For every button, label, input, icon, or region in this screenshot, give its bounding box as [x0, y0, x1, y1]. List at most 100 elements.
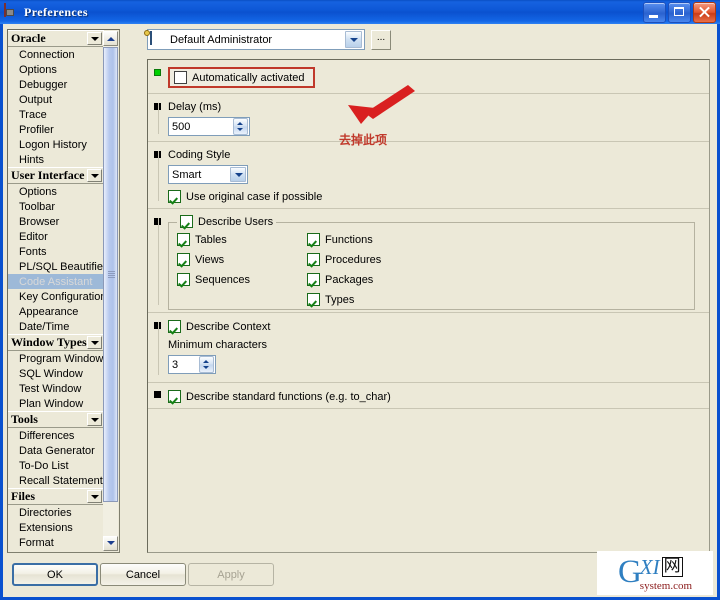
sidebar-item-connection[interactable]: Connection — [8, 47, 104, 62]
profile-browse-button[interactable]: ... — [371, 29, 391, 50]
describe-users-functions-label: Functions — [325, 233, 373, 246]
close-button[interactable] — [693, 1, 716, 23]
chevron-down-icon[interactable] — [87, 490, 102, 503]
sidebar-item-to-do-list[interactable]: To-Do List — [8, 458, 104, 473]
settings-pane: Default Administrator ... Automatically … — [147, 29, 717, 553]
sidebar-item-trace[interactable]: Trace — [8, 107, 104, 122]
sidebar-item-output[interactable]: Output — [8, 92, 104, 107]
sidebar-item-plan-window[interactable]: Plan Window — [8, 396, 104, 411]
describe-users-types-row[interactable]: Types — [307, 293, 381, 306]
apply-button: Apply — [188, 563, 274, 586]
sidebar-item-options[interactable]: Options — [8, 62, 104, 77]
chevron-down-icon[interactable] — [87, 169, 102, 182]
describe-context-checkbox[interactable] — [168, 320, 181, 333]
section-delay: Delay (ms) 500 — [148, 94, 709, 142]
sidebar-item-options[interactable]: Options — [8, 184, 104, 199]
settings-sidebar: Oracle Connection Options Debugger Output Tra… — [7, 29, 120, 553]
sidebar-group-tools[interactable]: Tools — [8, 411, 104, 428]
delay-value[interactable]: 500 — [169, 121, 233, 133]
describe-users-sequences-row[interactable]: Sequences — [177, 273, 307, 286]
delay-spin-arrows-icon[interactable] — [233, 118, 248, 135]
describe-users-tables-checkbox[interactable] — [177, 233, 190, 246]
sidebar-item-code-assistant[interactable]: Code Assistant — [8, 274, 104, 289]
sidebar-item-differences[interactable]: Differences — [8, 428, 104, 443]
describe-standard-row[interactable]: Describe standard functions (e.g. to_cha… — [168, 390, 709, 403]
profile-value: Default Administrator — [170, 33, 273, 46]
maximize-button[interactable] — [668, 1, 691, 23]
cancel-button[interactable]: Cancel — [100, 563, 186, 586]
min-chars-spin-arrows-icon[interactable] — [199, 356, 214, 373]
describe-users-tables-row[interactable]: Tables — [177, 233, 307, 246]
sidebar-item-format[interactable]: Format — [8, 535, 104, 550]
sidebar-item-date-time[interactable]: Date/Time — [8, 319, 104, 334]
sidebar-item-program-window[interactable]: Program Window — [8, 351, 104, 366]
describe-users-sequences-checkbox[interactable] — [177, 273, 190, 286]
describe-standard-checkbox[interactable] — [168, 390, 181, 403]
sidebar-item-key-configuration[interactable]: Key Configuration — [8, 289, 106, 304]
sidebar-item-toolbar[interactable]: Toolbar — [8, 199, 104, 214]
sidebar-item-browser[interactable]: Browser — [8, 214, 104, 229]
coding-style-select[interactable]: Smart — [168, 165, 248, 184]
sidebar-group-label: User Interface — [11, 168, 85, 182]
describe-users-views-checkbox[interactable] — [177, 253, 190, 266]
original-case-row[interactable]: Use original case if possible — [168, 190, 709, 203]
describe-users-types-checkbox[interactable] — [307, 293, 320, 306]
describe-users-packages-row[interactable]: Packages — [307, 273, 381, 286]
auto-activate-checkbox[interactable] — [174, 71, 187, 84]
sidebar-group-user-interface[interactable]: User Interface — [8, 167, 104, 184]
section-describe-standard: Describe standard functions (e.g. to_cha… — [148, 383, 709, 409]
chevron-down-icon[interactable] — [87, 413, 102, 426]
sidebar-group-window-types[interactable]: Window Types — [8, 334, 104, 351]
chevron-down-icon[interactable] — [230, 167, 246, 182]
auto-activate-label: Automatically activated — [192, 71, 305, 84]
describe-context-row[interactable]: Describe Context — [168, 320, 709, 333]
describe-users-sequences-label: Sequences — [195, 273, 251, 286]
sidebar-item-directories[interactable]: Directories — [8, 505, 104, 520]
describe-users-functions-row[interactable]: Functions — [307, 233, 381, 246]
sidebar-scrollbar[interactable] — [103, 31, 118, 551]
sidebar-group-oracle[interactable]: Oracle — [8, 30, 104, 47]
sidebar-item-fonts[interactable]: Fonts — [8, 244, 104, 259]
sidebar-item-test-window[interactable]: Test Window — [8, 381, 104, 396]
delay-stepper[interactable]: 500 — [168, 117, 250, 136]
min-chars-stepper[interactable]: 3 — [168, 355, 216, 374]
sidebar-item-pl-sql-beautifier[interactable]: PL/SQL Beautifier — [8, 259, 107, 274]
sidebar-item-extensions[interactable]: Extensions — [8, 520, 104, 535]
watermark-xi: XI — [639, 554, 660, 579]
original-case-checkbox[interactable] — [168, 190, 181, 203]
describe-users-functions-checkbox[interactable] — [307, 233, 320, 246]
chevron-down-icon[interactable] — [345, 31, 362, 48]
describe-users-views-row[interactable]: Views — [177, 253, 307, 266]
sidebar-item-sql-window[interactable]: SQL Window — [8, 366, 104, 381]
section-describe-context: Describe Context Minimum characters 3 — [148, 313, 709, 383]
sidebar-item-data-generator[interactable]: Data Generator — [8, 443, 104, 458]
describe-users-title[interactable]: Describe Users — [177, 215, 277, 228]
describe-users-packages-checkbox[interactable] — [307, 273, 320, 286]
describe-users-procedures-checkbox[interactable] — [307, 253, 320, 266]
describe-users-procedures-row[interactable]: Procedures — [307, 253, 381, 266]
min-chars-value[interactable]: 3 — [169, 359, 199, 371]
sidebar-item-profiler[interactable]: Profiler — [8, 122, 104, 137]
minimize-button[interactable] — [643, 1, 666, 23]
ok-button[interactable]: OK — [12, 563, 98, 586]
section-coding-style: Coding Style Smart Use original case if … — [148, 142, 709, 209]
sidebar-item-appearance[interactable]: Appearance — [8, 304, 104, 319]
profile-row: Default Administrator ... — [147, 29, 717, 50]
describe-users-column-2: Functions Procedures Packages Types — [307, 233, 381, 306]
scroll-down-arrow-icon[interactable] — [103, 536, 118, 551]
describe-users-checkbox[interactable] — [180, 215, 193, 228]
chevron-down-icon[interactable] — [87, 336, 102, 349]
profile-combo[interactable]: Default Administrator — [147, 29, 365, 50]
sidebar-item-recall-statement[interactable]: Recall Statement — [8, 473, 104, 488]
sidebar-item-logon-history[interactable]: Logon History — [8, 137, 104, 152]
sidebar-item-hints[interactable]: Hints — [8, 152, 104, 167]
scroll-up-arrow-icon[interactable] — [103, 31, 118, 46]
chevron-down-icon[interactable] — [87, 32, 102, 45]
sidebar-item-debugger[interactable]: Debugger — [8, 77, 104, 92]
describe-users-tables-label: Tables — [195, 233, 227, 246]
sidebar-item-editor[interactable]: Editor — [8, 229, 104, 244]
scrollbar-thumb[interactable] — [103, 47, 118, 502]
sidebar-group-files[interactable]: Files — [8, 488, 104, 505]
describe-context-label: Describe Context — [186, 320, 271, 333]
window-body: Oracle Connection Options Debugger Output Tra… — [0, 24, 720, 600]
